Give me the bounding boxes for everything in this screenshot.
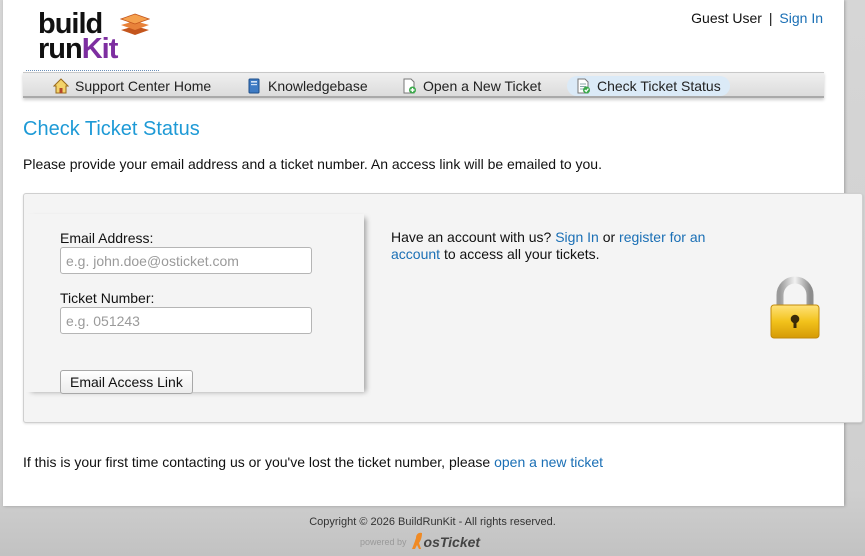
ticket-status-panel: Email Address: Ticket Number: Email Acce… <box>23 193 863 423</box>
page-title: Check Ticket Status <box>23 118 200 140</box>
account-text-after: to access all your tickets. <box>443 246 600 262</box>
access-form: Email Address: Ticket Number: Email Acce… <box>25 214 364 394</box>
nav-label: Open a New Ticket <box>423 78 542 94</box>
email-label: Email Address: <box>60 230 154 246</box>
user-separator: | <box>768 10 773 26</box>
nav-open-new-ticket[interactable]: Open a New Ticket <box>393 76 550 96</box>
ticket-status-icon <box>577 78 590 94</box>
account-text-before: Have an account with us? <box>391 229 552 245</box>
copyright-text: Copyright © 2026 BuildRunKit - All right… <box>309 516 556 528</box>
lock-icon <box>770 276 820 339</box>
kangaroo-icon <box>411 532 422 549</box>
email-input[interactable] <box>60 247 312 274</box>
lost-ticket-text: If this is your first time contacting us… <box>23 454 491 470</box>
nav-label: Check Ticket Status <box>597 78 721 94</box>
logo[interactable]: build runKit <box>38 9 160 71</box>
ticket-number-input[interactable] <box>60 307 312 334</box>
account-or-text: or <box>602 229 616 245</box>
header-sign-in-link[interactable]: Sign In <box>779 10 823 26</box>
nav-label: Support Center Home <box>75 78 212 94</box>
powered-by-label: powered by <box>360 537 407 547</box>
layers-icon <box>120 13 150 35</box>
lost-ticket-note: If this is your first time contacting us… <box>23 454 603 470</box>
account-info: Have an account with us? Sign In or regi… <box>391 229 721 263</box>
user-bar: Guest User | Sign In <box>691 10 823 26</box>
open-new-ticket-link[interactable]: open a new ticket <box>494 454 603 470</box>
home-icon <box>53 78 69 94</box>
osticket-brand: osTicket <box>423 534 481 550</box>
powered-by-badge[interactable]: powered by osTicket <box>360 529 480 551</box>
panel-sign-in-link[interactable]: Sign In <box>555 229 599 245</box>
intro-text: Please provide your email address and a … <box>23 156 602 172</box>
nav-support-center-home[interactable]: Support Center Home <box>45 76 220 96</box>
new-ticket-icon <box>403 78 416 94</box>
email-access-link-button[interactable]: Email Access Link <box>60 370 193 394</box>
ticket-number-label: Ticket Number: <box>60 290 155 306</box>
nav-check-ticket-status[interactable]: Check Ticket Status <box>567 76 730 96</box>
book-icon <box>248 78 260 94</box>
logo-text-runkit: runKit <box>38 33 118 65</box>
logo-underline <box>26 70 159 71</box>
nav-knowledgebase[interactable]: Knowledgebase <box>238 76 377 96</box>
guest-user-label: Guest User <box>691 10 762 26</box>
main-nav: Support Center Home Knowledgebase Open a… <box>23 72 824 98</box>
page-container: build runKit Guest User | Sign In Suppor… <box>3 0 863 506</box>
nav-label: Knowledgebase <box>268 78 368 94</box>
